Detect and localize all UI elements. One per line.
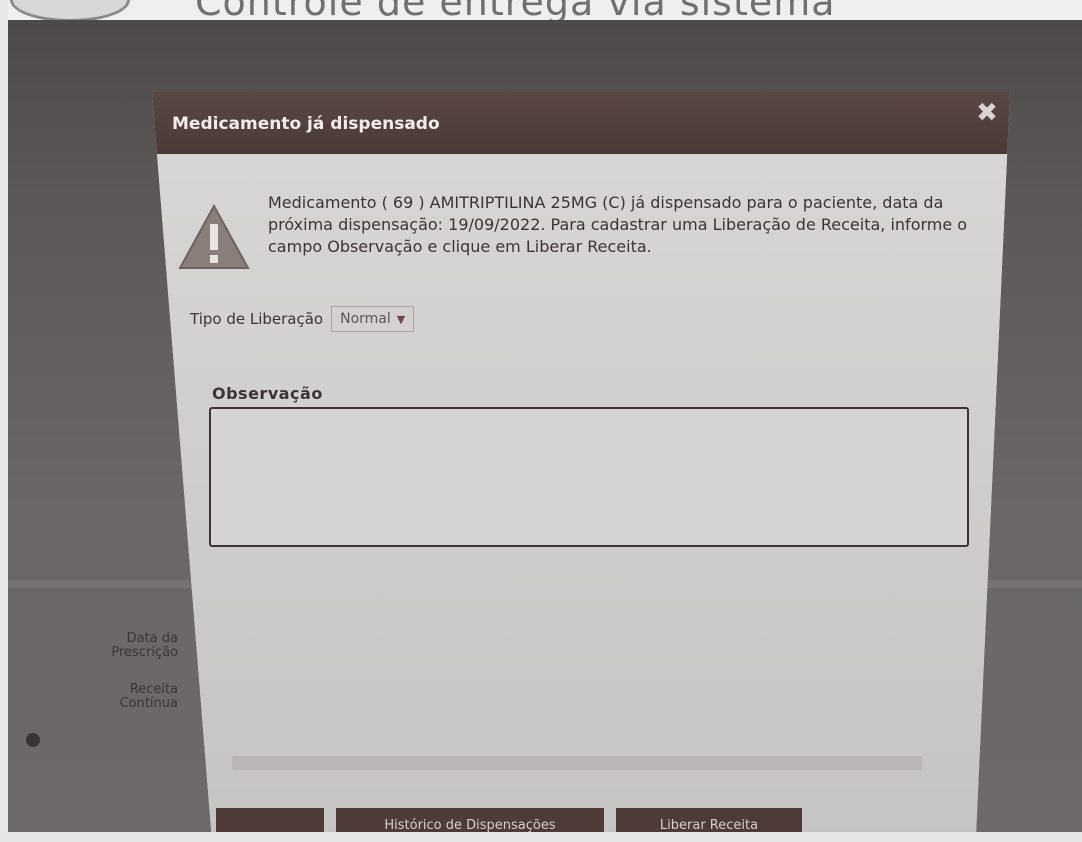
data-prescricao-label: Data da Prescrição [111,631,178,660]
horizontal-scrollbar[interactable] [232,756,922,770]
photo-paper-left [0,0,8,842]
medicamento-dialog: Medicamento já dispensado ✖ Medicamento … [152,92,1010,842]
observacao-textarea[interactable] [209,407,969,547]
page-title: Controle de entrega via sistema [195,0,836,24]
warning-icon [178,203,250,269]
observacao-label: Observação [212,384,323,403]
close-icon[interactable]: ✖ [972,98,1002,128]
receita-continua-label: Receita Contínua [119,682,178,711]
tipo-liberacao-label: Tipo de Liberação [190,310,324,328]
tipo-liberacao-row: Tipo de Liberação Normal ▼ [190,306,415,332]
radio-button[interactable] [26,733,40,747]
photo-paper-bottom [0,832,1082,842]
tipo-liberacao-value: Normal [340,311,391,327]
dialog-title: Medicamento já dispensado [172,114,440,134]
dialog-message: Medicamento ( 69 ) AMITRIPTILINA 25MG (C… [268,193,968,256]
chevron-down-icon: ▼ [396,312,406,326]
dialog-header: Medicamento já dispensado ✖ [152,92,1010,154]
tipo-liberacao-select[interactable]: Normal ▼ [331,306,415,332]
